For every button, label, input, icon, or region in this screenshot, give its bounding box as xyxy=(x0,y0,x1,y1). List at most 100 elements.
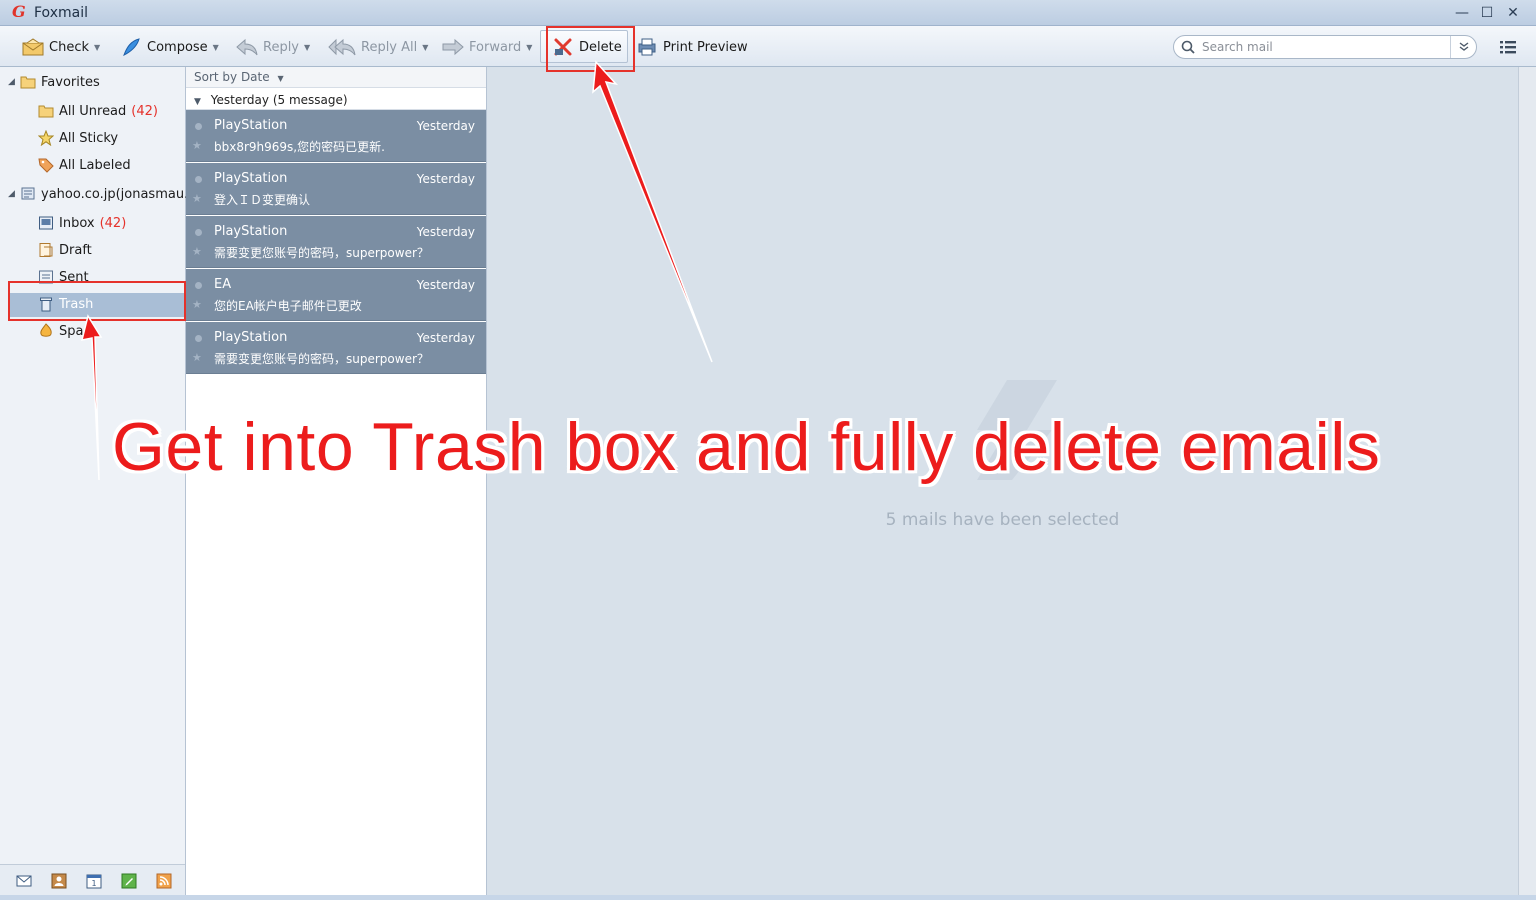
unread-dot-icon[interactable] xyxy=(195,335,202,342)
app-title: Foxmail xyxy=(34,5,88,21)
mail-sender: PlayStation xyxy=(214,330,288,345)
all-sticky-label: All Sticky xyxy=(59,130,119,146)
trash-highlight-box xyxy=(8,281,186,321)
chevron-down-icon[interactable]: ▼ xyxy=(94,43,100,52)
notes-icon[interactable] xyxy=(121,873,137,889)
mail-list-item[interactable]: ★ PlayStation Yesterday bbx8r9h969s,您的密码… xyxy=(186,110,486,162)
spam-label: Spa xyxy=(59,323,84,339)
vertical-scrollbar[interactable] xyxy=(1518,67,1536,895)
check-button[interactable]: Check ▼ xyxy=(22,34,100,60)
mail-date: Yesterday xyxy=(416,278,475,292)
mail-date: Yesterday xyxy=(416,225,475,239)
selection-status: 5 mails have been selected xyxy=(885,510,1120,530)
mail-list-item[interactable]: ★ EA Yesterday 您的EA帐户电子邮件已更改 xyxy=(186,269,486,321)
star-icon[interactable]: ★ xyxy=(192,192,202,205)
rss-icon[interactable] xyxy=(156,873,172,889)
unread-dot-icon[interactable] xyxy=(195,123,202,130)
draft-label: Draft xyxy=(59,242,92,258)
mail-date: Yesterday xyxy=(416,172,475,186)
account-node[interactable]: ◢ yahoo.co.jp(jonasmau... xyxy=(8,183,196,205)
search-box xyxy=(1173,35,1477,59)
spam-icon xyxy=(38,323,54,339)
reply-all-button[interactable]: Reply All ▼ xyxy=(328,34,428,60)
draft-icon xyxy=(38,242,54,258)
status-bar xyxy=(0,895,1536,900)
reply-button[interactable]: Reply ▼ xyxy=(236,34,310,60)
search-options-icon[interactable] xyxy=(1450,36,1476,58)
mail-date: Yesterday xyxy=(416,119,475,133)
group-label: Yesterday (5 message) xyxy=(210,93,348,107)
envelope-icon xyxy=(22,36,44,58)
favorites-node[interactable]: ◢ Favorites xyxy=(8,71,100,93)
mail-subject: 需要变更您账号的密码，superpower？ xyxy=(214,246,429,260)
reply-icon xyxy=(236,36,258,58)
reply-all-label: Reply All xyxy=(361,39,418,55)
chevron-down-icon[interactable]: ▼ xyxy=(526,43,532,52)
contacts-icon[interactable] xyxy=(51,873,67,889)
unread-dot-icon[interactable] xyxy=(195,176,202,183)
star-icon[interactable]: ★ xyxy=(192,139,202,152)
sidebar-item-all-unread[interactable]: All Unread (42) xyxy=(38,100,158,122)
star-icon[interactable]: ★ xyxy=(192,245,202,258)
print-preview-label: Print Preview xyxy=(663,39,748,55)
unread-dot-icon[interactable] xyxy=(195,229,202,236)
calendar-icon[interactable]: 1 xyxy=(86,873,102,889)
star-icon xyxy=(38,130,54,146)
chevron-down-icon[interactable]: ▼ xyxy=(213,43,219,52)
sidebar-bottom-bar: 1 xyxy=(0,864,185,895)
forward-button[interactable]: Forward ▼ xyxy=(442,34,532,60)
sidebar-item-all-sticky[interactable]: All Sticky xyxy=(38,127,118,149)
close-button[interactable]: ✕ xyxy=(1503,4,1523,22)
forward-icon xyxy=(442,36,464,58)
star-icon[interactable]: ★ xyxy=(192,351,202,364)
all-unread-label: All Unread xyxy=(59,103,127,119)
star-icon[interactable]: ★ xyxy=(192,298,202,311)
unread-count-badge: (42) xyxy=(131,103,158,119)
sidebar-item-spam[interactable]: Spa xyxy=(38,320,83,342)
date-group-header[interactable]: ▼ Yesterday (5 message) xyxy=(186,89,486,110)
compose-button[interactable]: Compose ▼ xyxy=(120,34,219,60)
minimize-button[interactable]: — xyxy=(1452,4,1472,22)
mail-subject: 登入ＩＤ变更确认 xyxy=(214,193,311,207)
sidebar-item-inbox[interactable]: Inbox (42) xyxy=(38,212,126,234)
mail-subject: bbx8r9h969s,您的密码已更新. xyxy=(214,140,385,154)
chevron-down-icon: ▼ xyxy=(277,74,284,83)
search-input[interactable] xyxy=(1202,39,1442,55)
sort-dropdown[interactable]: Sort by Date ▼ xyxy=(186,67,486,88)
all-labeled-label: All Labeled xyxy=(59,157,131,173)
maximize-button[interactable]: ☐ xyxy=(1477,4,1497,22)
mail-sender: PlayStation xyxy=(214,118,288,133)
mail-list-item[interactable]: ★ PlayStation Yesterday 登入ＩＤ变更确认 xyxy=(186,163,486,215)
title-bar: G Foxmail — ☐ ✕ xyxy=(0,0,1536,26)
expand-arrow-icon[interactable]: ◢ xyxy=(8,77,20,87)
sidebar-item-draft[interactable]: Draft xyxy=(38,239,92,261)
toolbar: Check ▼ Compose ▼ Reply ▼ Reply All ▼ Fo… xyxy=(0,26,1536,67)
sidebar-item-all-labeled[interactable]: All Labeled xyxy=(38,154,131,176)
chevron-down-icon[interactable]: ▼ xyxy=(422,43,428,52)
favorites-label: Favorites xyxy=(41,74,100,90)
mail-list-item[interactable]: ★ PlayStation Yesterday 需要变更您账号的密码，super… xyxy=(186,322,486,374)
mail-subject: 您的EA帐户电子邮件已更改 xyxy=(214,299,362,313)
mail-list-item[interactable]: ★ PlayStation Yesterday 需要变更您账号的密码，super… xyxy=(186,216,486,268)
forward-label: Forward xyxy=(469,39,522,55)
compose-label: Compose xyxy=(147,39,208,55)
printer-icon xyxy=(636,36,658,58)
mail-date: Yesterday xyxy=(416,331,475,345)
account-label: yahoo.co.jp(jonasmau... xyxy=(41,186,197,202)
chevron-down-icon[interactable]: ▼ xyxy=(304,43,310,52)
mail-sender: PlayStation xyxy=(214,224,288,239)
folder-icon xyxy=(38,103,54,119)
search-icon[interactable] xyxy=(1181,40,1195,58)
check-label: Check xyxy=(49,39,89,55)
instruction-banner: Get into Trash box and fully delete emai… xyxy=(112,409,1381,485)
mail-view-icon[interactable] xyxy=(16,873,32,889)
feather-icon xyxy=(120,36,142,58)
mail-sender: PlayStation xyxy=(214,171,288,186)
menu-icon[interactable] xyxy=(1499,39,1519,55)
print-preview-button[interactable]: Print Preview xyxy=(636,34,748,60)
mail-subject: 需要变更您账号的密码，superpower？ xyxy=(214,352,429,366)
unread-dot-icon[interactable] xyxy=(195,282,202,289)
svg-text:1: 1 xyxy=(91,879,96,888)
mail-sender: EA xyxy=(214,277,232,292)
expand-arrow-icon[interactable]: ◢ xyxy=(8,189,20,199)
